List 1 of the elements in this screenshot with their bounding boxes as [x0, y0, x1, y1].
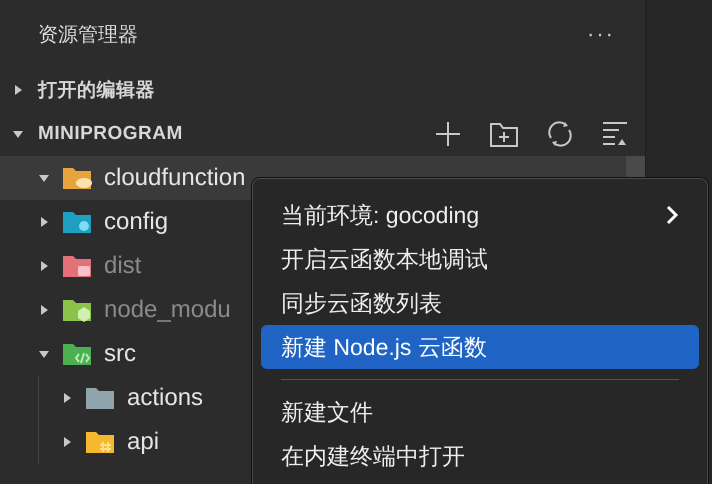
panel-title: 资源管理器 [38, 22, 138, 48]
